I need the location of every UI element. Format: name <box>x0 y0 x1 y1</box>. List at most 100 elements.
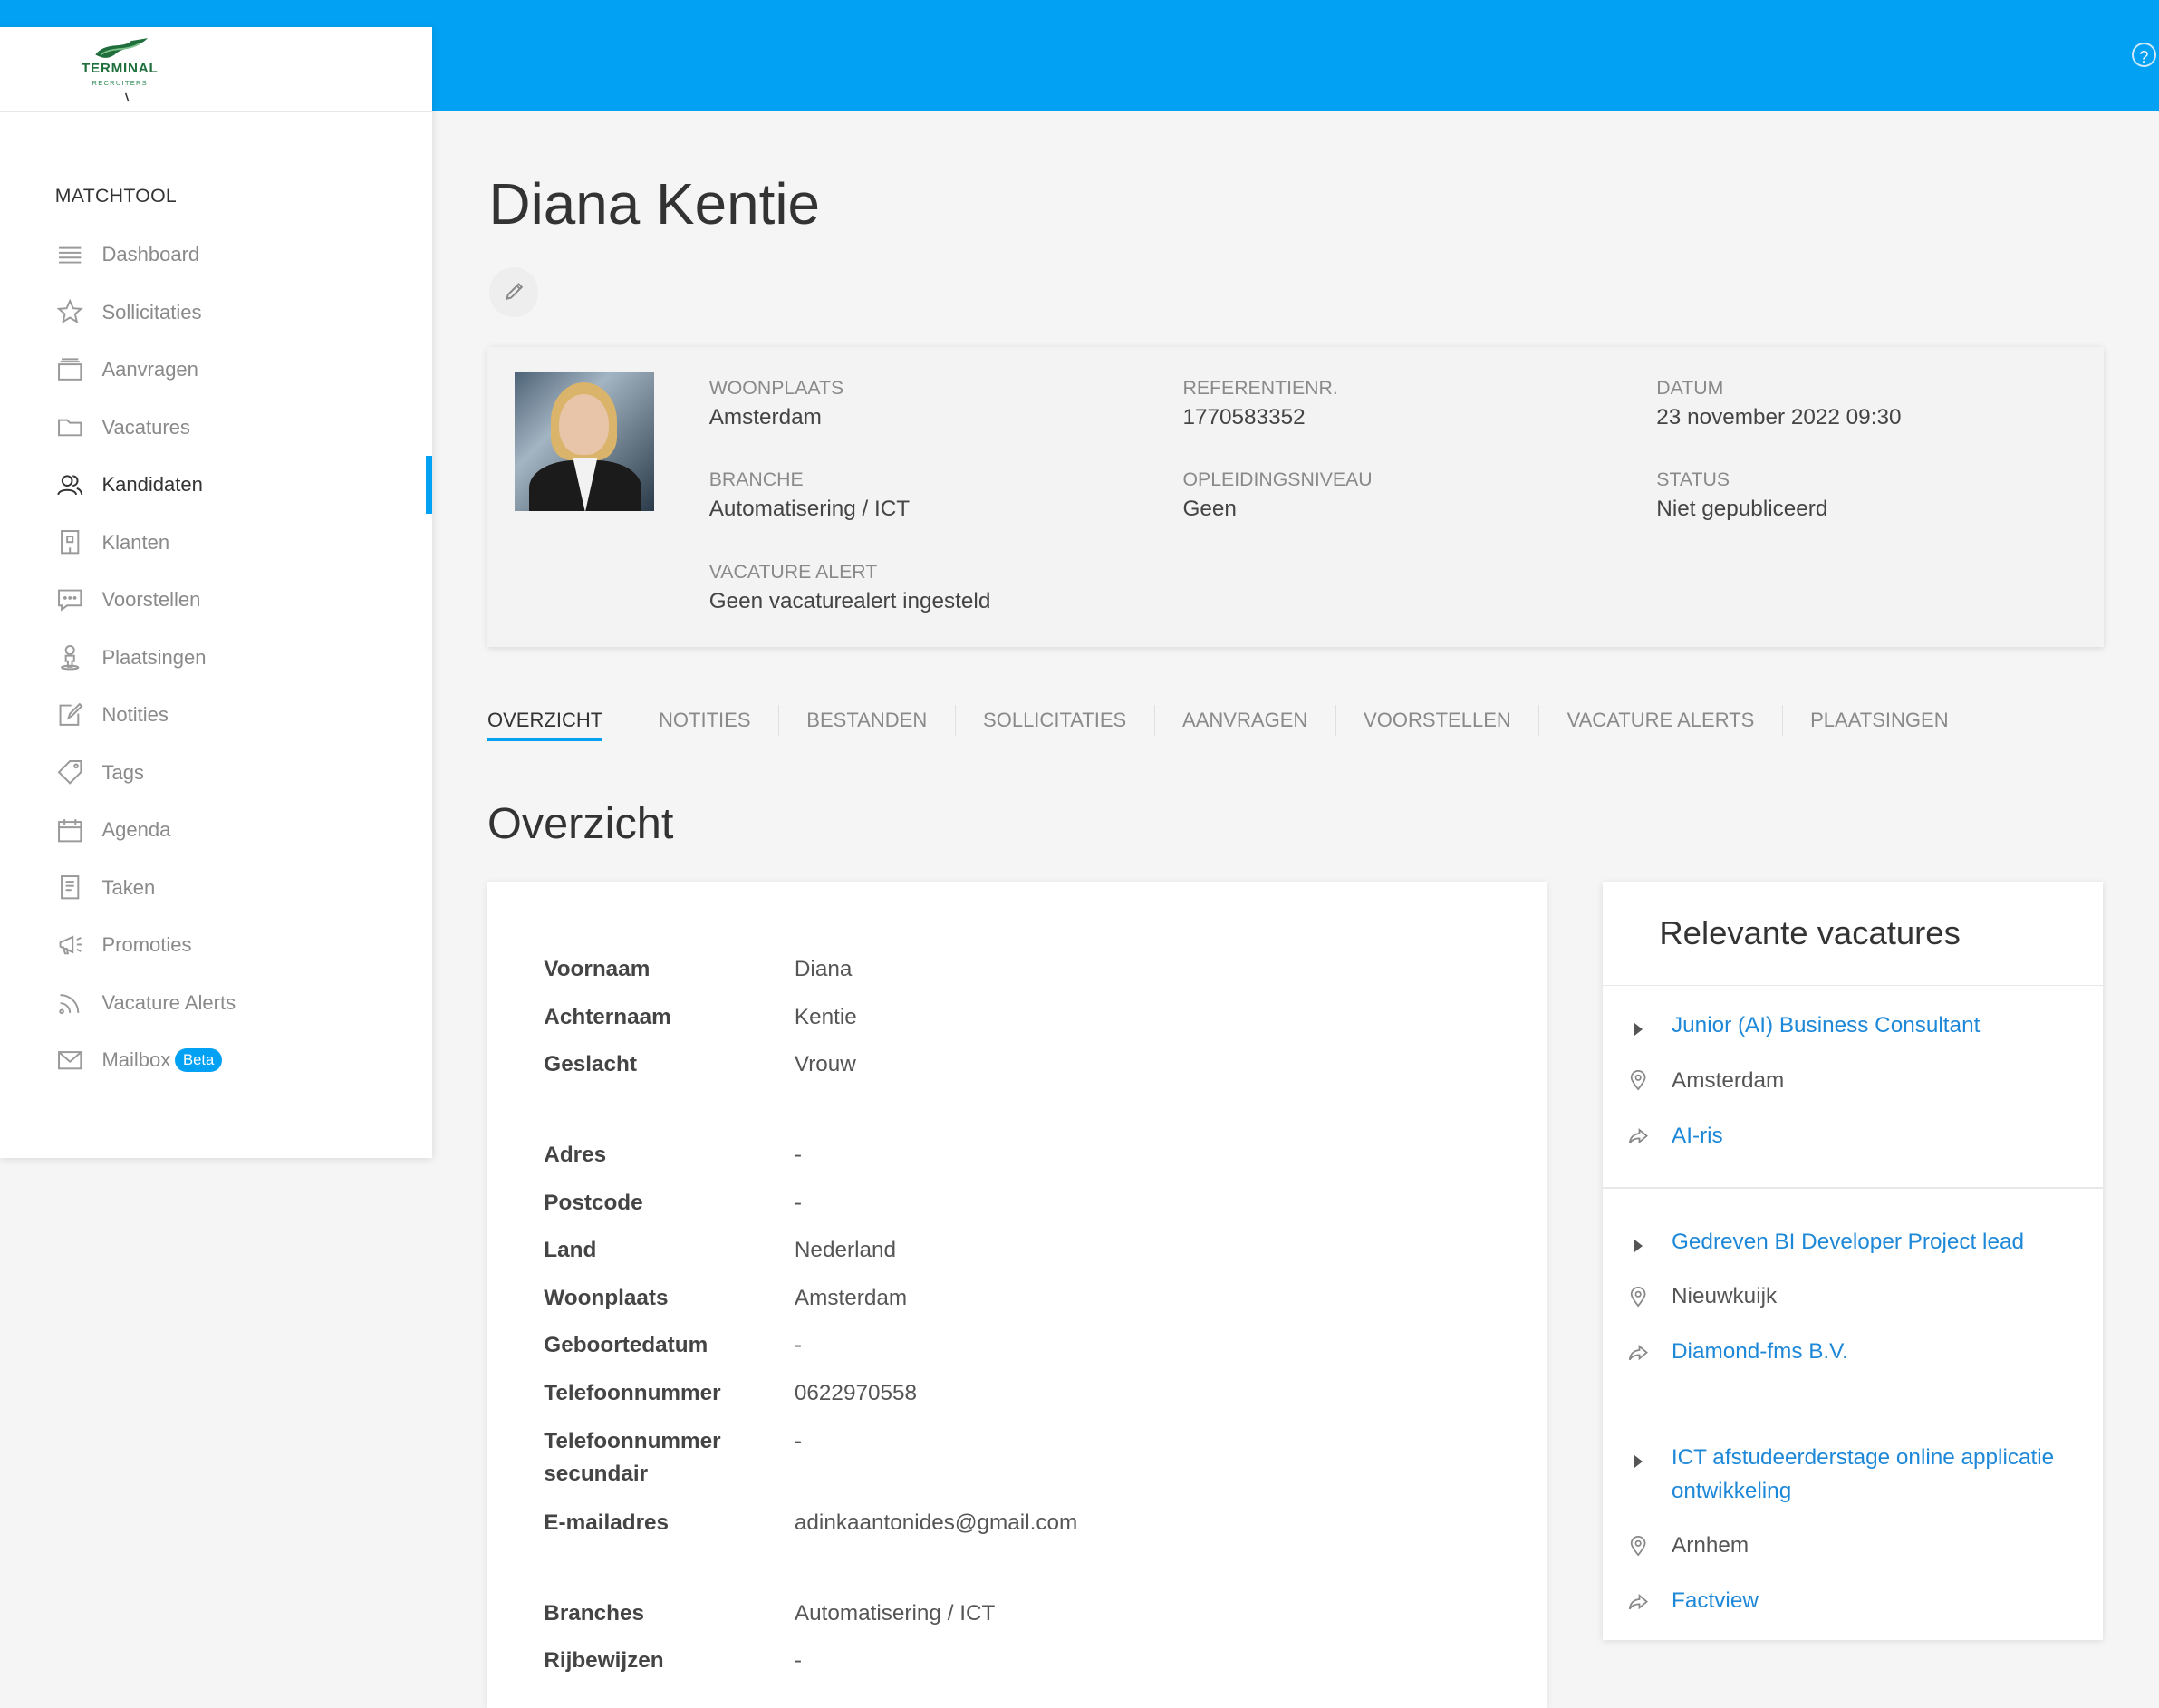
sidebar-item-label: Aanvragen <box>101 358 198 381</box>
tab-overzicht[interactable]: OVERZICHT <box>487 705 631 741</box>
detail-value: Amsterdam <box>794 1285 908 1310</box>
edit-button[interactable] <box>488 266 539 317</box>
question-circle-icon[interactable]: ? <box>2131 43 2156 68</box>
vacancy-company-row[interactable]: AI-ris <box>1627 1120 1723 1153</box>
tab-bestanden[interactable]: BESTANDEN <box>779 705 956 736</box>
map-pin-icon <box>1627 1283 1649 1310</box>
tab-notities[interactable]: NOTITIES <box>631 705 779 736</box>
sidebar-item-vacature-alerts[interactable]: Vacature Alerts <box>0 974 432 1032</box>
email-link[interactable]: adinkaantonides@gmail.com <box>795 1507 1077 1539</box>
tag-icon <box>55 758 85 787</box>
sidebar-item-promoties[interactable]: Promoties <box>0 916 432 974</box>
field-label: BRANCHE <box>708 468 804 490</box>
caret-right-icon <box>1627 1012 1649 1039</box>
field-vacature-alert: VACATURE ALERT Geen vacaturealert ingest… <box>709 561 991 614</box>
vacancy-company-row[interactable]: Factview <box>1627 1585 1759 1617</box>
map-pin-icon <box>1627 1067 1649 1095</box>
logo-area: TERMINAL RECRUITERS <box>0 27 433 113</box>
company-link[interactable]: AI-ris <box>1672 1120 1723 1153</box>
sidebar-item-dashboard[interactable]: Dashboard <box>0 226 432 284</box>
sidebar-item-label: Vacature Alerts <box>101 990 236 1014</box>
sidebar-item-voorstellen[interactable]: Voorstellen <box>0 571 432 629</box>
sidebar-item-label: Voorstellen <box>101 588 201 612</box>
detail-value: - <box>794 1332 802 1357</box>
pencil-icon <box>505 283 523 301</box>
share-arrow-icon <box>1627 1123 1649 1150</box>
tab-vacature-alerts[interactable]: VACATURE ALERTS <box>1539 705 1783 736</box>
company-link[interactable]: Diamond-fms B.V. <box>1672 1336 1848 1368</box>
tab-aanvragen[interactable]: AANVRAGEN <box>1155 705 1336 736</box>
field-woonplaats: WOONPLAATS Amsterdam <box>709 377 844 430</box>
sidebar-item-sollicitaties[interactable]: Sollicitaties <box>0 284 432 342</box>
divider <box>1603 1403 2103 1405</box>
share-arrow-icon <box>1627 1587 1649 1615</box>
sidebar-item-vacatures[interactable]: Vacatures <box>0 399 432 457</box>
detail-key: Branches <box>544 1600 645 1626</box>
sidebar-item-plaatsingen[interactable]: Plaatsingen <box>0 629 432 687</box>
field-opleidingsniveau: OPLEIDINGSNIVEAU Geen <box>1182 468 1372 522</box>
vacancy-title-row[interactable]: Gedreven BI Developer Project lead <box>1627 1226 2024 1259</box>
sidebar-item-label: Tags <box>101 760 144 784</box>
sidebar-item-label: Vacatures <box>101 415 190 439</box>
tab-plaatsingen[interactable]: PLAATSINGEN <box>1783 705 1976 735</box>
sidebar-item-klanten[interactable]: Klanten <box>0 514 432 572</box>
detail-value: 0622970558 <box>794 1380 918 1405</box>
detail-value: Vrouw <box>794 1051 856 1076</box>
detail-value: - <box>794 1428 802 1453</box>
menu-section-title: MATCHTOOL <box>54 184 178 207</box>
field-value: Amsterdam <box>708 405 822 430</box>
field-value: Automatisering / ICT <box>708 496 911 521</box>
vacancy-location: Amsterdam <box>1672 1067 1785 1093</box>
vacancy-link[interactable]: Junior (AI) Business Consultant <box>1672 1009 1980 1042</box>
terminal-recruiters-logo[interactable]: TERMINAL RECRUITERS <box>76 33 164 104</box>
sidebar-item-label: Klanten <box>101 530 170 554</box>
field-value: 23 november 2022 09:30 <box>1656 405 1902 430</box>
sidebar-item-label: Promoties <box>101 933 192 957</box>
field-status: STATUS Niet gepubliceerd <box>1656 468 1827 522</box>
field-label: VACATURE ALERT <box>708 560 878 583</box>
rss-icon <box>55 988 85 1018</box>
detail-key: Telefoonnummer secundair <box>544 1428 721 1487</box>
divider <box>1603 984 2103 987</box>
sidebar-item-aanvragen[interactable]: Aanvragen <box>0 341 432 399</box>
tab-sollicitaties[interactable]: SOLLICITATIES <box>956 705 1155 736</box>
field-value: Geen vacaturealert ingesteld <box>708 588 991 613</box>
vacancy-title-row[interactable]: ICT afstudeerderstage online applicatie … <box>1627 1442 2067 1508</box>
detail-value: Automatisering / ICT <box>794 1600 996 1626</box>
sidebar-item-agenda[interactable]: Agenda <box>0 801 432 859</box>
sidebar-item-notities[interactable]: Notities <box>0 686 432 744</box>
logo-subtext: RECRUITERS <box>92 78 148 87</box>
sidebar-menu: Dashboard Sollicitaties Aanvragen Vacatu… <box>0 226 433 1089</box>
vacancy-link[interactable]: Gedreven BI Developer Project lead <box>1672 1226 2024 1259</box>
candidate-photo <box>515 372 654 511</box>
sidebar-item-kandidaten[interactable]: Kandidaten <box>0 456 433 514</box>
field-value: Geen <box>1182 496 1237 521</box>
sidebar-item-tags[interactable]: Tags <box>0 744 432 802</box>
detail-key: Rijbewijzen <box>544 1647 664 1673</box>
company-link[interactable]: Factview <box>1672 1585 1759 1617</box>
sidebar-item-label: Taken <box>101 875 156 899</box>
star-icon <box>55 297 85 327</box>
detail-key: Land <box>544 1237 597 1262</box>
inbox-icon <box>55 354 85 384</box>
vacancy-company-row[interactable]: Diamond-fms B.V. <box>1627 1336 1848 1368</box>
sidebar-item-label: Kandidaten <box>101 473 203 497</box>
sidebar-item-label: Sollicitaties <box>101 300 202 323</box>
person-icon <box>55 642 85 672</box>
detail-key: E-mailadres <box>544 1510 670 1535</box>
sidebar-item-label: Dashboard <box>101 242 200 265</box>
field-label: OPLEIDINGSNIVEAU <box>1182 468 1373 490</box>
chat-icon <box>55 584 85 614</box>
sidebar-item-taken[interactable]: Taken <box>0 859 432 917</box>
detail-key: Voornaam <box>544 956 651 981</box>
candidate-info-card: WOONPLAATS Amsterdam REFERENTIENR. 17705… <box>487 346 2105 648</box>
vacancies-title: Relevante vacatures <box>1659 914 1961 952</box>
section-title: Overzicht <box>487 799 674 849</box>
tab-voorstellen[interactable]: VOORSTELLEN <box>1336 705 1540 736</box>
detail-key: Woonplaats <box>544 1285 669 1310</box>
sidebar-item-mailbox[interactable]: Mailbox Beta <box>0 1031 432 1089</box>
sidebar-item-label: Mailbox <box>101 1048 171 1072</box>
vacancy-link[interactable]: ICT afstudeerderstage online applicatie … <box>1672 1442 2068 1508</box>
vacancy-title-row[interactable]: Junior (AI) Business Consultant <box>1627 1009 1980 1042</box>
vacancy-location: Arnhem <box>1672 1533 1749 1558</box>
